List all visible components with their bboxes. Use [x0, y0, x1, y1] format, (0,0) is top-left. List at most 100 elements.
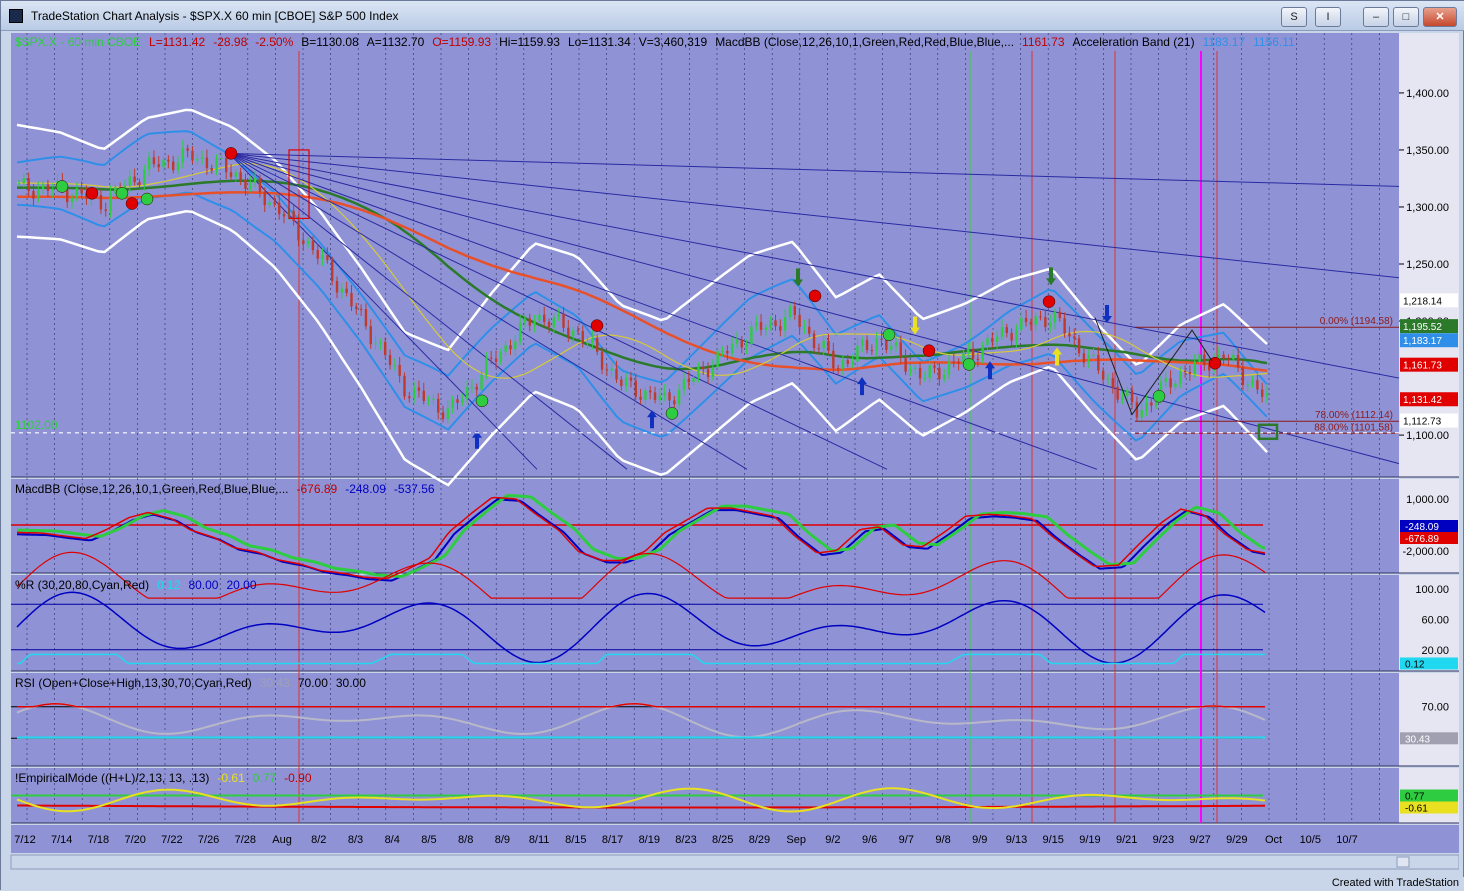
price-bar-body — [986, 337, 989, 346]
signal-dot — [882, 328, 896, 341]
signal-dot — [115, 187, 129, 200]
price-header-text: MacdBB (Close,12,26,10,1,Green,Red,Red,B… — [715, 35, 1014, 49]
price-header-text: A=1132.70 — [367, 35, 425, 49]
price-bar-body — [75, 188, 79, 198]
rsi-header-text: 70.00 — [298, 676, 328, 690]
price-bar-body — [899, 342, 902, 358]
price-bar-body — [653, 392, 657, 400]
time-tick-label: 8/3 — [348, 834, 363, 846]
price-bar-body — [726, 350, 729, 354]
price-bar-body — [1068, 333, 1071, 337]
price-bar-body — [745, 344, 748, 348]
price-bar-body — [769, 320, 772, 328]
emd-header-text: 0.77 — [253, 771, 277, 785]
price-bar-body — [875, 338, 878, 351]
signal-dot — [1152, 390, 1166, 403]
price-bar-body — [615, 368, 618, 380]
price-bar-body — [894, 342, 898, 346]
price-bar-body — [364, 309, 368, 327]
price-bar-body — [1179, 370, 1182, 384]
price-bar-body — [716, 351, 719, 368]
chart-svg[interactable]: 7/12 7/14 7/18 7/20 7/22 7/26 7/28 Aug 8/2 8/3 8/4… — [7, 31, 1460, 877]
price-bar-body — [1097, 354, 1100, 371]
maximize-button[interactable]: □ — [1393, 7, 1419, 27]
minimize-button[interactable]: – — [1363, 7, 1389, 27]
price-bar-body — [133, 176, 136, 183]
price-bar-body — [721, 350, 724, 352]
price-bar-body — [803, 326, 806, 328]
price-tick-label: 1,100.00 — [1406, 430, 1449, 442]
price-bar-body — [253, 178, 257, 183]
price-bar-body — [904, 357, 907, 372]
willr-header-text: 20.00 — [226, 578, 256, 592]
willr-header-text: 80.00 — [188, 578, 218, 592]
macd-header-text: -537.56 — [394, 482, 435, 496]
price-bar-body — [244, 179, 247, 189]
time-tick-label: 8/8 — [458, 834, 473, 846]
s-menu-button[interactable]: S — [1281, 7, 1307, 27]
price-bar-body — [644, 390, 647, 400]
emd-value-tag-label: -0.61 — [1405, 804, 1428, 815]
price-bar-body — [249, 182, 252, 189]
price-bar-body — [229, 172, 233, 177]
price-bar-body — [1092, 354, 1095, 356]
price-bar-body — [596, 338, 599, 352]
time-tick-label: 9/9 — [972, 834, 987, 846]
price-bar-body — [730, 343, 734, 354]
price-bar-body — [1164, 378, 1168, 382]
price-bar-body — [306, 240, 310, 244]
time-tick-label: 9/15 — [1043, 834, 1064, 846]
price-bar-body — [379, 341, 382, 344]
price-bar-body — [543, 314, 546, 322]
time-tick-label: Sep — [786, 834, 806, 846]
rsi-value-tag-label: 30.43 — [1405, 734, 1430, 745]
price-header-text: Hi=1159.93 — [499, 35, 560, 49]
signal-dot — [665, 407, 679, 420]
fib-label: 0.00% (1194.58) — [1320, 316, 1393, 327]
price-bar-body — [32, 190, 35, 199]
price-bar-body — [143, 169, 146, 185]
price-bar-body — [1058, 311, 1062, 319]
i-menu-button[interactable]: I — [1315, 7, 1341, 27]
chart-area[interactable]: 7/12 7/14 7/18 7/20 7/22 7/26 7/28 Aug 8/2 8/3 8/4… — [7, 31, 1460, 877]
price-bar-body — [557, 313, 560, 318]
price-bar-body — [1015, 329, 1018, 341]
price-bar-body — [793, 306, 796, 316]
willr-tick-label: 100.00 — [1415, 584, 1449, 596]
price-bar-body — [740, 339, 743, 348]
macd-value-tag-label: -676.89 — [1405, 534, 1439, 545]
emd-value-tag-label: 0.77 — [1405, 792, 1425, 803]
price-bar-body — [388, 355, 392, 366]
price-bar-body — [1130, 389, 1134, 403]
price-bar-body — [1126, 389, 1129, 397]
price-bar-body — [345, 288, 348, 294]
macd-tick-label: -2,000.00 — [1403, 546, 1449, 558]
price-bar-body — [528, 318, 531, 326]
price-bar-body — [451, 399, 454, 409]
price-bar-body — [1227, 358, 1230, 360]
price-bar-body — [374, 343, 377, 345]
price-bar-body — [326, 255, 329, 261]
time-tick-label: 7/20 — [124, 834, 145, 846]
credit-text: Created with TradeStation — [1331, 877, 1459, 889]
price-bar-body — [490, 357, 493, 359]
price-bar-body — [176, 162, 180, 171]
price-header-text: 1156.11 — [1253, 35, 1295, 49]
time-tick-label: 10/5 — [1300, 834, 1321, 846]
price-bar-body — [947, 361, 951, 375]
time-tick-label: 9/23 — [1153, 834, 1174, 846]
close-button[interactable]: ✕ — [1423, 7, 1457, 27]
price-bar-body — [1265, 392, 1269, 397]
emd-header-text: !EmpiricalMode ((H+L)/2,13, 13, .13) — [15, 771, 209, 785]
price-bar-body — [1203, 354, 1206, 366]
price-bar-body — [865, 339, 869, 351]
price-bar-body — [1010, 332, 1013, 341]
price-bar-body — [1106, 378, 1110, 380]
willr-header-text: 0.12 — [157, 578, 181, 592]
price-bar-body — [196, 159, 199, 161]
time-tick-label: 8/29 — [749, 834, 770, 846]
price-bar-body — [1241, 367, 1245, 385]
title-bar: TradeStation Chart Analysis - $SPX.X 60 … — [1, 1, 1464, 31]
willr-header-text: %R (30,20,80,Cyan,Red) — [15, 578, 149, 592]
price-bar-body — [171, 161, 175, 171]
